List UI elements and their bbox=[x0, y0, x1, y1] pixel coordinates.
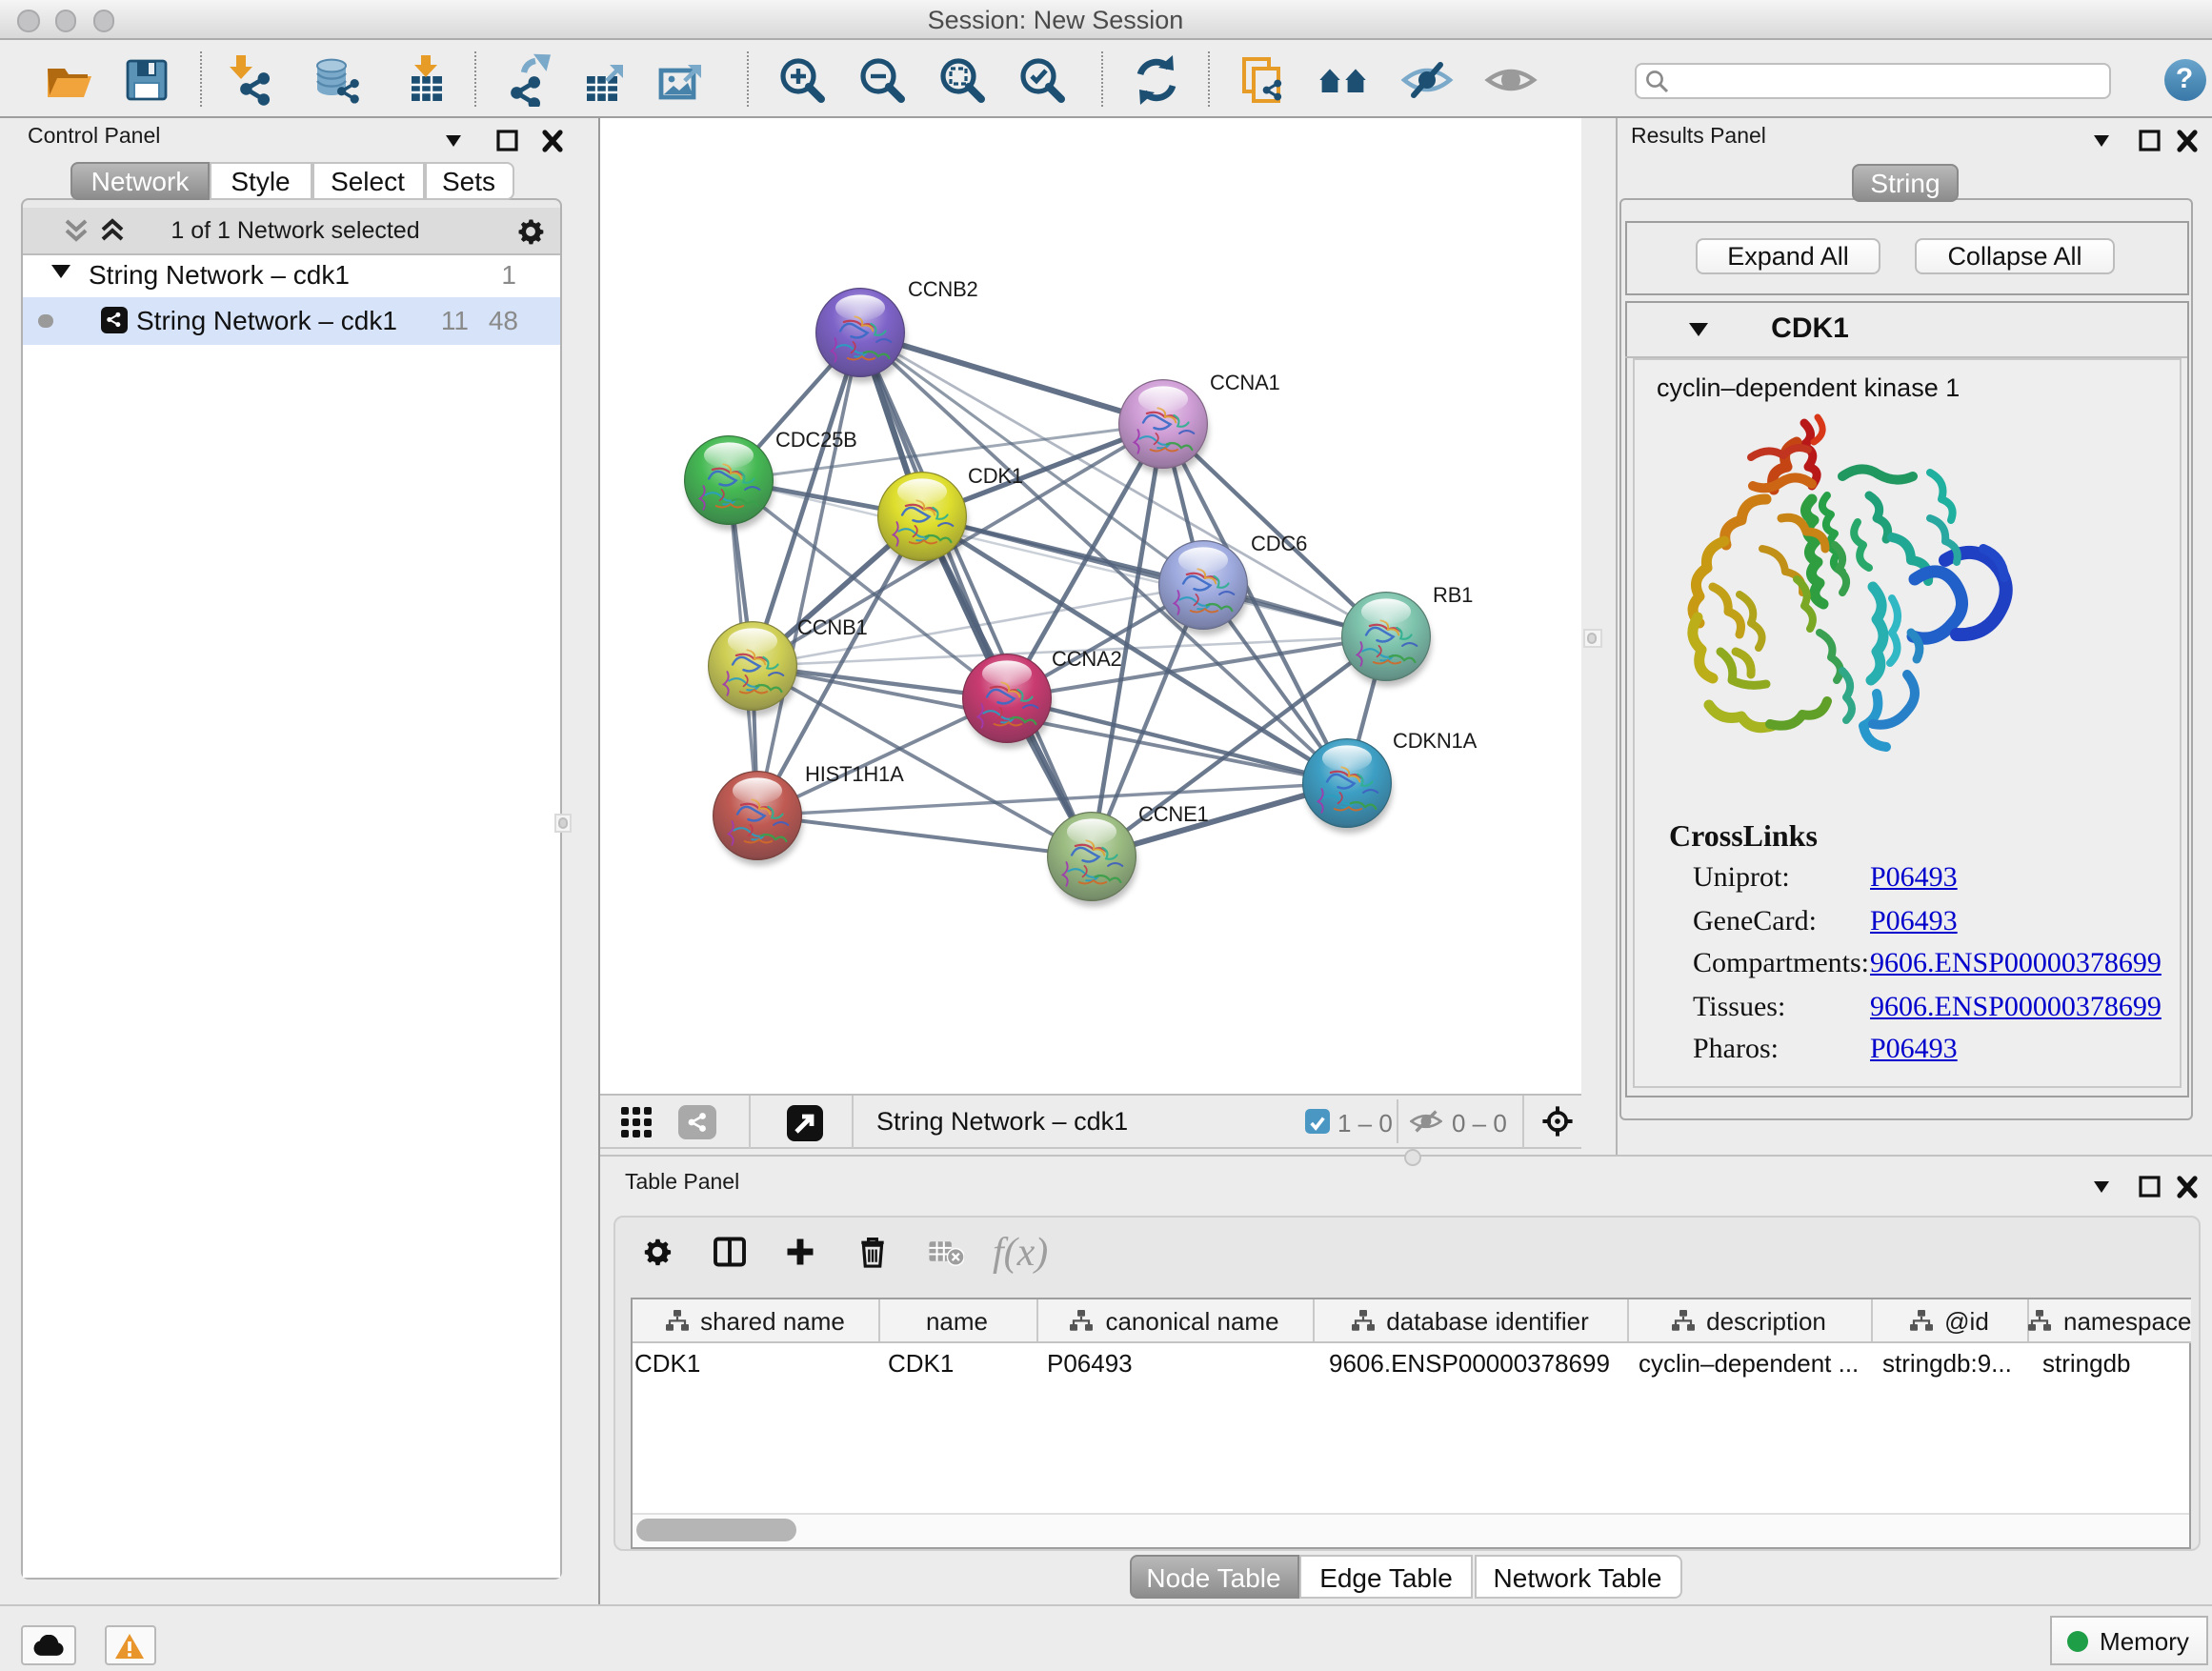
svg-text:CCNE1: CCNE1 bbox=[1138, 802, 1209, 826]
svg-text:CCNB1: CCNB1 bbox=[797, 615, 868, 639]
svg-text:CDC6: CDC6 bbox=[1251, 532, 1307, 555]
svg-text:CDK1: CDK1 bbox=[968, 464, 1023, 488]
svg-text:CDKN1A: CDKN1A bbox=[1393, 729, 1478, 753]
svg-text:RB1: RB1 bbox=[1433, 583, 1473, 607]
svg-text:HIST1H1A: HIST1H1A bbox=[805, 762, 904, 786]
svg-text:CCNA2: CCNA2 bbox=[1052, 647, 1122, 671]
svg-text:CCNB2: CCNB2 bbox=[908, 277, 978, 301]
svg-text:CDC25B: CDC25B bbox=[775, 428, 857, 452]
svg-text:CCNA1: CCNA1 bbox=[1210, 371, 1280, 394]
